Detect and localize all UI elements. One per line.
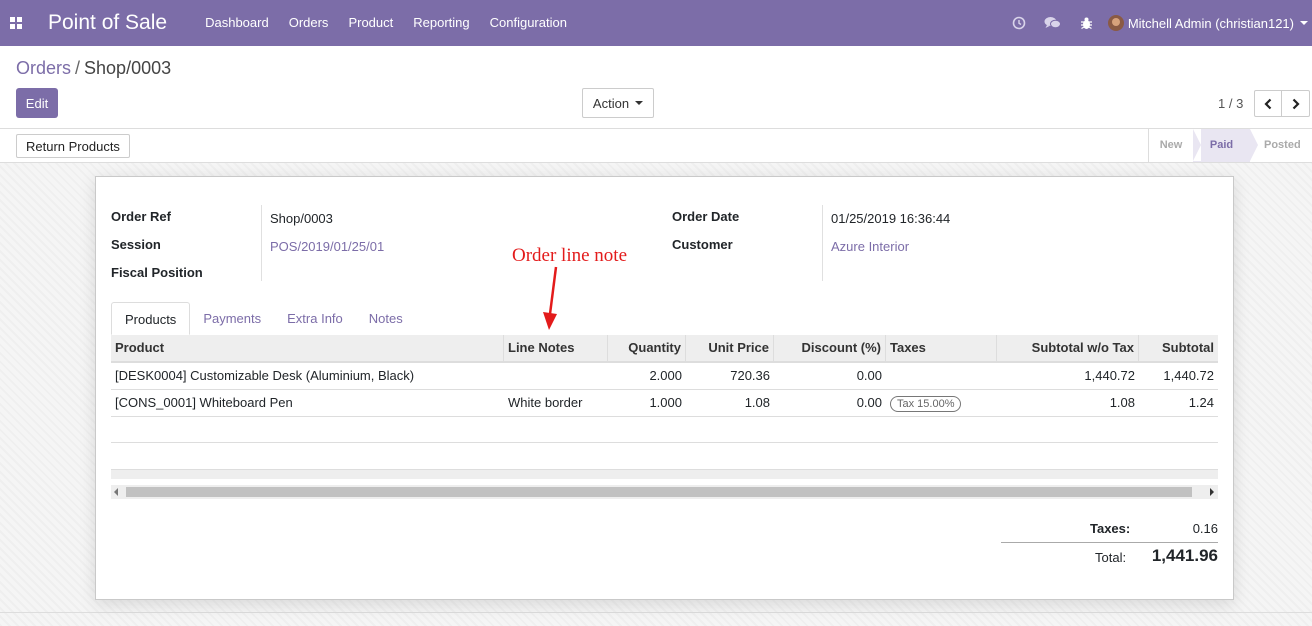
cell-unit-price: 1.08 bbox=[744, 395, 770, 410]
chevron-left-icon bbox=[1264, 98, 1272, 109]
cell-discount: 0.00 bbox=[856, 395, 882, 410]
cell-quantity: 1.000 bbox=[649, 395, 682, 410]
session-label: Session bbox=[111, 237, 161, 252]
avatar bbox=[1107, 15, 1124, 31]
table-row[interactable]: [CONS_0001] Whiteboard Pen White border … bbox=[111, 390, 1218, 417]
cell-subtotal-wo-tax: 1,440.72 bbox=[1084, 368, 1135, 383]
cell-product: [CONS_0001] Whiteboard Pen bbox=[115, 395, 293, 410]
chevron-down-icon bbox=[1300, 21, 1308, 25]
pager-next-button[interactable] bbox=[1282, 90, 1310, 117]
annotation-label: Order line note bbox=[512, 245, 628, 266]
menu-item-reporting[interactable]: Reporting bbox=[403, 0, 479, 46]
cell-taxes bbox=[886, 363, 997, 389]
total-label: Total: bbox=[1095, 550, 1127, 565]
session-link[interactable]: POS/2019/01/25/01 bbox=[270, 239, 384, 254]
apps-menu-icon[interactable] bbox=[0, 0, 32, 46]
tab-products[interactable]: Products bbox=[111, 302, 191, 335]
tax-badge: Tax 15.00% bbox=[890, 396, 962, 412]
col-discount[interactable]: Discount (%) bbox=[774, 335, 886, 361]
scrollbar-thumb[interactable] bbox=[126, 487, 1192, 497]
pager-value: 1 / 3 bbox=[1218, 96, 1244, 111]
user-name: Mitchell Admin (christian121) bbox=[1127, 15, 1294, 31]
empty-row bbox=[111, 443, 1218, 469]
clock-icon[interactable] bbox=[1002, 0, 1036, 46]
menu-item-dashboard[interactable]: Dashboard bbox=[195, 0, 279, 46]
stage-new[interactable]: New bbox=[1148, 129, 1193, 162]
empty-row bbox=[111, 417, 1218, 443]
menu-item-orders[interactable]: Orders bbox=[279, 0, 339, 46]
cell-unit-price: 720.36 bbox=[730, 368, 770, 383]
menu-item-configuration[interactable]: Configuration bbox=[480, 0, 577, 46]
stage-pipeline: New Paid Posted bbox=[1148, 129, 1312, 162]
col-product[interactable]: Product bbox=[111, 335, 504, 361]
col-quantity[interactable]: Quantity bbox=[608, 335, 686, 361]
customer-label: Customer bbox=[672, 237, 733, 252]
horizontal-scrollbar[interactable] bbox=[111, 485, 1218, 499]
total-value: 1,441.96 bbox=[1151, 546, 1218, 565]
col-line-notes[interactable]: Line Notes bbox=[504, 335, 608, 361]
app-title: Point of Sale bbox=[48, 11, 168, 34]
order-date-value: 01/25/2019 16:36:44 bbox=[831, 211, 951, 226]
bug-icon[interactable] bbox=[1070, 0, 1104, 46]
order-lines-table: Product Line Notes Quantity Unit Price D… bbox=[111, 335, 1218, 479]
table-row[interactable]: [DESK0004] Customizable Desk (Aluminium,… bbox=[111, 363, 1218, 390]
taxes-label: Taxes: bbox=[1090, 521, 1131, 536]
pager-previous-button[interactable] bbox=[1254, 90, 1282, 117]
stage-posted[interactable]: Posted bbox=[1250, 129, 1312, 162]
caret-down-icon bbox=[635, 101, 644, 105]
breadcrumb: Orders / Shop/0003 bbox=[16, 58, 172, 78]
table-footer bbox=[111, 469, 1218, 479]
cell-subtotal: 1.24 bbox=[1188, 395, 1214, 410]
chat-icon[interactable] bbox=[1036, 0, 1070, 46]
cell-taxes: Tax 15.00% bbox=[886, 390, 997, 416]
tab-payments[interactable]: Payments bbox=[190, 302, 274, 335]
chevron-right-icon bbox=[1292, 98, 1300, 109]
top-navbar: Point of Sale Dashboard Orders Product R… bbox=[0, 0, 1312, 46]
annotation-arrow-icon bbox=[543, 266, 558, 330]
cell-quantity: 2.000 bbox=[649, 368, 682, 383]
cell-line-notes: White border bbox=[508, 395, 583, 410]
customer-link[interactable]: Azure Interior bbox=[831, 239, 909, 254]
cell-discount: 0.00 bbox=[856, 368, 882, 383]
form-sheet: Order Ref Session Fiscal Position Shop/0… bbox=[95, 176, 1234, 600]
order-ref-label: Order Ref bbox=[111, 209, 171, 224]
return-products-button[interactable]: Return Products bbox=[16, 134, 130, 158]
cell-subtotal: 1,440.72 bbox=[1163, 368, 1214, 383]
edit-button[interactable]: Edit bbox=[16, 88, 58, 118]
scroll-left-icon[interactable] bbox=[114, 488, 118, 496]
col-unit-price[interactable]: Unit Price bbox=[686, 335, 774, 361]
action-dropdown[interactable]: Action bbox=[582, 88, 654, 118]
breadcrumb-orders[interactable]: Orders bbox=[16, 58, 71, 78]
notebook-tabs: Products Payments Extra Info Notes bbox=[111, 302, 416, 335]
scroll-right-icon[interactable] bbox=[1210, 488, 1214, 496]
col-subtotal[interactable]: Subtotal bbox=[1139, 335, 1218, 361]
statusbar: Return Products New Paid Posted bbox=[0, 128, 1312, 163]
cell-subtotal-wo-tax: 1.08 bbox=[1109, 395, 1135, 410]
cell-line-notes bbox=[504, 363, 608, 389]
col-taxes[interactable]: Taxes bbox=[886, 335, 997, 361]
order-date-label: Order Date bbox=[672, 209, 740, 224]
table-header: Product Line Notes Quantity Unit Price D… bbox=[111, 335, 1218, 363]
action-label: Action bbox=[592, 95, 630, 111]
tab-extra-info[interactable]: Extra Info bbox=[274, 302, 356, 335]
user-menu[interactable]: Mitchell Admin (christian121) bbox=[1104, 15, 1312, 31]
order-ref-value: Shop/0003 bbox=[270, 211, 333, 226]
col-subtotal-wo-tax[interactable]: Subtotal w/o Tax bbox=[997, 335, 1139, 361]
fiscal-position-label: Fiscal Position bbox=[111, 265, 203, 280]
cell-product: [DESK0004] Customizable Desk (Aluminium,… bbox=[115, 368, 415, 383]
stage-paid[interactable]: Paid bbox=[1193, 129, 1258, 162]
taxes-value: 0.16 bbox=[1192, 521, 1218, 536]
menu-item-product[interactable]: Product bbox=[338, 0, 403, 46]
breadcrumb-current: Shop/0003 bbox=[84, 58, 172, 78]
tab-notes[interactable]: Notes bbox=[356, 302, 416, 335]
main-menu: Dashboard Orders Product Reporting Confi… bbox=[195, 0, 577, 46]
